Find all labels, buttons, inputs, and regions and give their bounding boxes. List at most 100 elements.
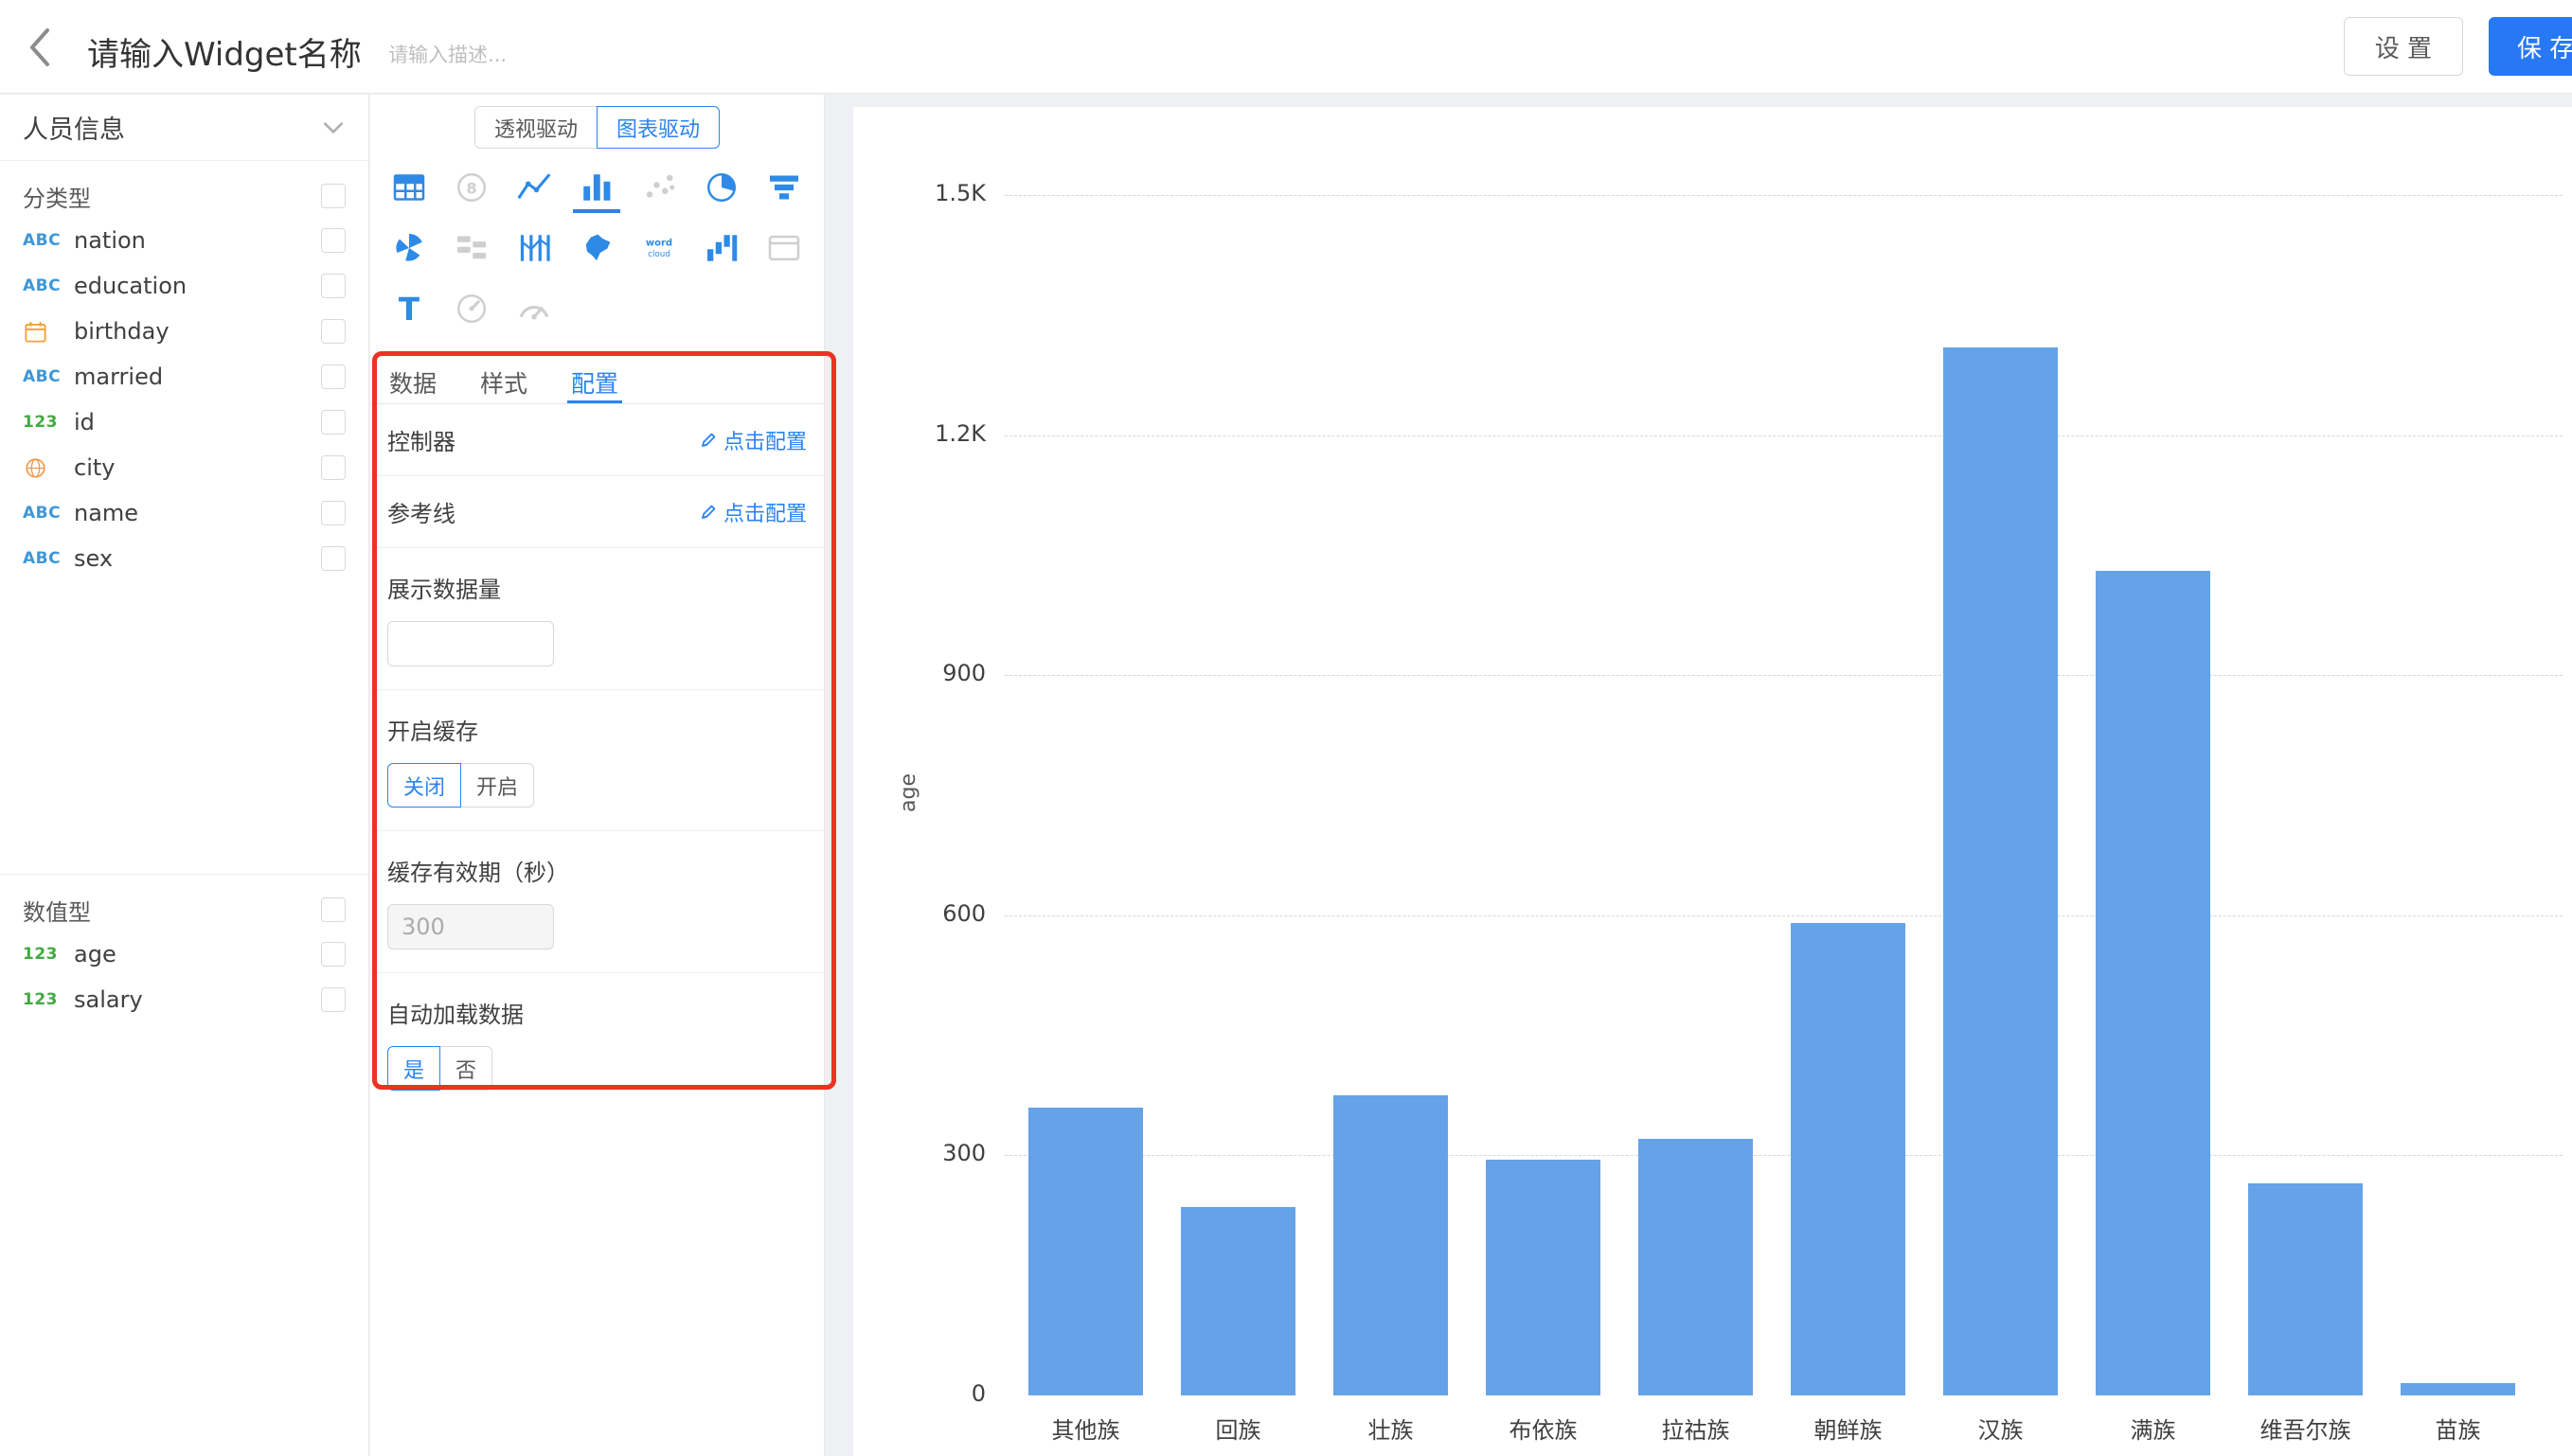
iframe-chart-icon: [754, 218, 814, 278]
tab-样式[interactable]: 样式: [480, 362, 527, 403]
mode-option[interactable]: 透视驱动: [474, 106, 598, 149]
parallel-chart-icon[interactable]: [504, 218, 564, 278]
chart-plot: age 03006009001.2K1.5K其他族回族壮族布依族拉祜族朝鲜族汉族…: [853, 107, 2572, 1456]
settings-button[interactable]: 设 置: [2344, 17, 2463, 76]
display-count-block: 展示数据量: [370, 548, 824, 690]
rose-chart-icon[interactable]: [379, 218, 439, 278]
cache-label: 开启缓存: [387, 713, 807, 746]
field-row-education[interactable]: ABCeducation: [0, 263, 368, 309]
x-tick-label: 朝鲜族: [1772, 1412, 1924, 1445]
save-button[interactable]: 保 存: [2489, 17, 2572, 76]
waterfall-chart-icon[interactable]: [691, 218, 752, 278]
bar-回族[interactable]: [1181, 1207, 1295, 1395]
number-type-tag: 123: [23, 990, 74, 1009]
bar-满族[interactable]: [2096, 571, 2210, 1395]
field-name: salary: [74, 986, 321, 1013]
field-checkbox[interactable]: [321, 546, 346, 571]
line-chart-icon[interactable]: [504, 157, 564, 218]
auto-load-option[interactable]: 否: [439, 1046, 492, 1091]
field-name: age: [74, 941, 321, 968]
bar-拉祜族[interactable]: [1638, 1139, 1753, 1395]
x-tick-label: 拉祜族: [1619, 1412, 1772, 1445]
tab-配置[interactable]: 配置: [571, 362, 618, 403]
field-checkbox[interactable]: [321, 501, 346, 525]
field-name: name: [74, 500, 321, 526]
widget-description-input[interactable]: 请输入描述...: [388, 40, 507, 68]
number-type-tag: 123: [23, 413, 74, 432]
bar-壮族[interactable]: [1333, 1095, 1448, 1395]
widget-config-panel: 透视驱动图表驱动 8wordcloudT 数据样式配置 控制器 点击配置 参考线…: [370, 95, 825, 1456]
field-row-city[interactable]: city: [0, 445, 368, 490]
chart-type-grid: 8 wordcloud T: [378, 157, 815, 339]
display-count-input[interactable]: [387, 621, 554, 666]
china-map-chart-icon[interactable]: [566, 218, 627, 278]
pie-chart-icon[interactable]: [691, 157, 752, 218]
field-checkbox[interactable]: [321, 987, 346, 1012]
x-tick-label: 满族: [2077, 1412, 2229, 1445]
numeric-section-header: 数值型: [0, 888, 368, 932]
auto-load-toggle: 是否: [387, 1046, 807, 1091]
auto-load-option[interactable]: 是: [387, 1046, 440, 1091]
y-tick-label: 0: [853, 1380, 986, 1411]
speedometer-chart-icon: [504, 278, 564, 339]
field-checkbox[interactable]: [321, 228, 346, 253]
bar-其他族[interactable]: [1028, 1108, 1143, 1395]
cache-option[interactable]: 关闭: [387, 763, 461, 808]
pencil-icon: [700, 431, 718, 449]
field-row-age[interactable]: 123age: [0, 932, 368, 977]
field-row-salary[interactable]: 123salary: [0, 977, 368, 1022]
pencil-icon: [700, 503, 718, 521]
y-tick-label: 1.2K: [853, 420, 986, 451]
field-checkbox[interactable]: [321, 319, 346, 344]
y-tick-label: 600: [853, 900, 986, 931]
view-name: 人员信息: [23, 109, 125, 146]
back-button[interactable]: [23, 25, 61, 70]
controller-row: 控制器 点击配置: [370, 404, 824, 476]
header: 请输入Widget名称 请输入描述... 设 置 保 存: [0, 0, 2572, 94]
cache-option[interactable]: 开启: [460, 763, 534, 808]
section-checkbox[interactable]: [321, 897, 346, 922]
field-row-birthday[interactable]: birthday: [0, 309, 368, 354]
gridline: [1005, 1155, 2563, 1156]
controller-configure-link[interactable]: 点击配置: [700, 425, 807, 455]
scorecard-chart-icon: 8: [441, 157, 502, 218]
cache-toggle: 关闭开启: [387, 763, 807, 808]
field-row-nation[interactable]: ABCnation: [0, 218, 368, 263]
widget-name-input[interactable]: 请输入Widget名称: [87, 28, 362, 75]
string-type-tag: ABC: [23, 504, 74, 523]
numeric-section: 数值型 123age123salary: [0, 874, 368, 1022]
field-checkbox[interactable]: [321, 274, 346, 298]
bar-朝鲜族[interactable]: [1791, 923, 1905, 1395]
tab-数据[interactable]: 数据: [389, 362, 437, 403]
funnel-chart-icon[interactable]: [754, 157, 814, 218]
mode-option[interactable]: 图表驱动: [597, 106, 720, 149]
svg-text:T: T: [399, 292, 420, 328]
table-chart-icon[interactable]: [379, 157, 439, 218]
svg-text:cloud: cloud: [648, 250, 670, 259]
bar-苗族[interactable]: [2401, 1383, 2515, 1395]
field-checkbox[interactable]: [321, 942, 346, 967]
bar-维吾尔族[interactable]: [2248, 1183, 2363, 1395]
field-row-sex[interactable]: ABCsex: [0, 536, 368, 581]
bar-汉族[interactable]: [1943, 347, 2058, 1395]
field-row-id[interactable]: 123id: [0, 400, 368, 445]
bar-chart-icon[interactable]: [566, 157, 627, 218]
reference-line-configure-label: 点击配置: [723, 497, 807, 527]
field-checkbox[interactable]: [321, 410, 346, 435]
text-chart-icon[interactable]: T: [379, 278, 439, 339]
cache-ttl-input[interactable]: [387, 904, 554, 950]
section-checkbox[interactable]: [321, 184, 346, 208]
y-tick-label: 900: [853, 660, 986, 690]
bar-布依族[interactable]: [1486, 1160, 1600, 1395]
wordcloud-chart-icon[interactable]: wordcloud: [629, 218, 689, 278]
field-row-married[interactable]: ABCmarried: [0, 354, 368, 400]
field-checkbox[interactable]: [321, 364, 346, 389]
x-tick-label: 苗族: [2382, 1412, 2534, 1445]
string-type-tag: ABC: [23, 367, 74, 386]
number-type-tag: 123: [23, 945, 74, 964]
field-checkbox[interactable]: [321, 455, 346, 480]
x-tick-label: 布依族: [1467, 1412, 1619, 1445]
view-selector[interactable]: 人员信息: [0, 95, 368, 161]
field-row-name[interactable]: ABCname: [0, 490, 368, 536]
reference-line-configure-link[interactable]: 点击配置: [700, 497, 807, 527]
